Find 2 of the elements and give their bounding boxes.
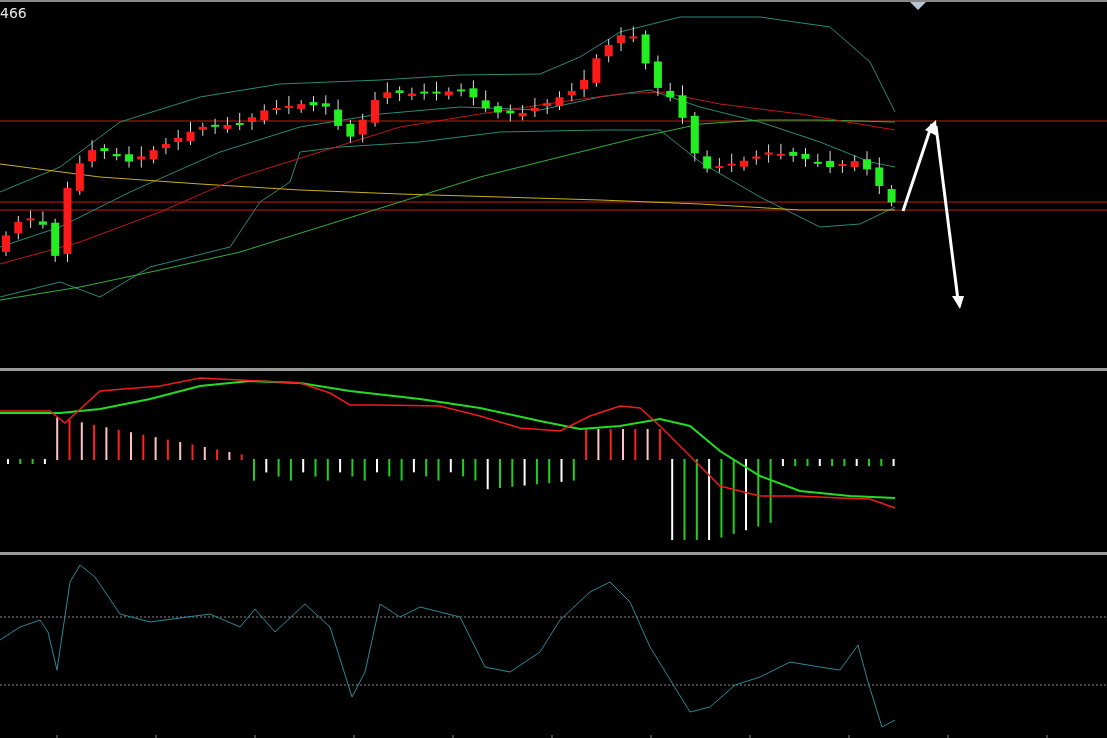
triangle-icon	[910, 2, 926, 10]
price-label: 466	[0, 5, 27, 21]
